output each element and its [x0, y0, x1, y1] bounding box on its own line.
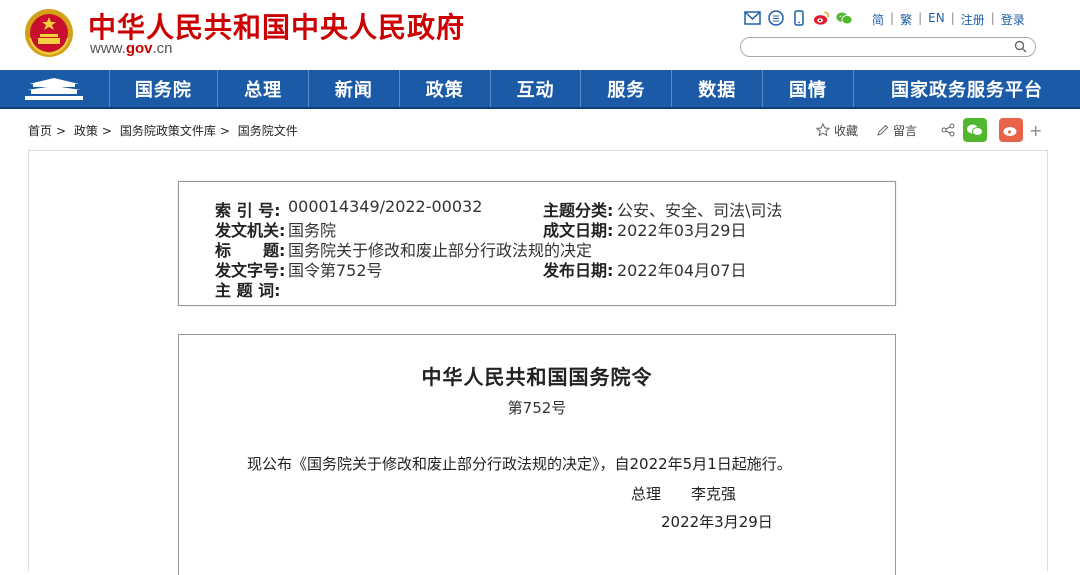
search-icon[interactable]	[1013, 39, 1029, 55]
document-signature: 总理 李克强	[631, 483, 766, 504]
national-emblem-icon[interactable]	[24, 8, 74, 58]
nav-item-policy[interactable]: 政策	[400, 70, 491, 107]
nav-item-state-council[interactable]: 国务院	[110, 70, 219, 107]
breadcrumb-home[interactable]: 首页	[28, 124, 52, 138]
url-brand: gov	[125, 40, 153, 57]
share-wechat-button[interactable]	[963, 118, 988, 142]
document-text: 现公布《国务院关于修改和废止部分行政法规的决定》，自2022年5月1日起施行。	[247, 455, 792, 473]
traditional-link[interactable]: 繁	[900, 11, 912, 28]
tiananmen-icon	[25, 77, 84, 100]
breadcrumb-policy[interactable]: 政策	[74, 124, 98, 138]
favorite-label: 收藏	[834, 123, 859, 138]
document-info-table: 索 引 号: 000014349/2022-00032 主题分类: 公安、安全、…	[178, 181, 896, 306]
index-value: 000014349/2022-00032	[288, 197, 483, 216]
search-input[interactable]	[740, 37, 1036, 57]
mail-icon[interactable]	[744, 9, 761, 26]
nav-item-service-platform[interactable]: 国家政务服务平台	[854, 70, 1080, 107]
share-icons	[744, 9, 853, 26]
weibo-icon	[1003, 127, 1017, 136]
share-button[interactable]	[941, 123, 955, 137]
language-links: 简 | 繁 | EN | 注册 | 登录	[872, 11, 1025, 28]
site-url: www.gov.cn	[90, 40, 173, 57]
mobile-icon[interactable]	[790, 9, 807, 26]
simplified-link[interactable]: 简	[872, 11, 884, 28]
login-link[interactable]: 登录	[1001, 11, 1025, 28]
breadcrumb: 首页 > 政策 > 国务院政策文件库 > 国务院文件	[28, 124, 298, 138]
nav-item-services[interactable]: 服务	[581, 70, 673, 107]
comment-label: 留言	[893, 123, 918, 138]
doc-number-value: 国令第752号	[288, 261, 383, 280]
pencil-icon	[877, 124, 889, 136]
article-tools: 收藏 留言 +	[816, 118, 1042, 142]
document-date: 2022年3月29日	[661, 513, 773, 531]
more-share-button[interactable]: +	[1029, 121, 1042, 140]
comment-button[interactable]: 留言	[876, 122, 917, 139]
signer-title: 总理	[631, 485, 662, 503]
written-date-value: 2022年03月29日	[617, 221, 747, 240]
english-link[interactable]: EN	[928, 11, 945, 28]
nav-item-premier[interactable]: 总理	[218, 70, 309, 107]
publish-date-label: 发布日期:	[543, 261, 614, 280]
site-header: 中华人民共和国中央人民政府 www.gov.cn 简 | 繁 | EN | 注册 | 登…	[0, 0, 1080, 70]
rss-icon[interactable]	[767, 9, 784, 26]
star-icon	[816, 123, 830, 137]
document-title: 中华人民共和国国务院令	[421, 365, 653, 389]
nav-item-interaction[interactable]: 互动	[491, 70, 582, 107]
wechat-icon[interactable]	[836, 9, 853, 26]
nav-item-data[interactable]: 数据	[672, 70, 764, 107]
favorite-button[interactable]: 收藏	[816, 122, 858, 139]
signer-name: 李克强	[691, 485, 737, 503]
breadcrumb-policy-library[interactable]: 国务院政策文件库	[120, 124, 216, 138]
register-link[interactable]: 注册	[961, 11, 985, 28]
nav-item-national-info[interactable]: 国情	[763, 70, 854, 107]
breadcrumb-state-council-docs[interactable]: 国务院文件	[238, 124, 298, 138]
main-nav: 国务院 总理 新闻 政策 互动 服务 数据 国情 国家政务服务平台	[0, 70, 1080, 109]
nav-home[interactable]	[0, 70, 110, 107]
url-suffix: .cn	[152, 40, 173, 57]
document-body: 中华人民共和国国务院令 第752号 现公布《国务院关于修改和废止部分行政法规的决…	[178, 334, 896, 575]
wechat-icon	[967, 124, 984, 136]
publish-date-value: 2022年04月07日	[617, 261, 747, 280]
weibo-icon[interactable]	[813, 9, 830, 26]
nav-item-news[interactable]: 新闻	[309, 70, 400, 107]
document-number: 第752号	[507, 399, 567, 417]
share-weibo-button[interactable]	[999, 118, 1024, 142]
url-prefix: www.	[90, 40, 126, 57]
keywords-label: 主 题 词:	[215, 281, 281, 300]
share-icon	[941, 123, 955, 137]
